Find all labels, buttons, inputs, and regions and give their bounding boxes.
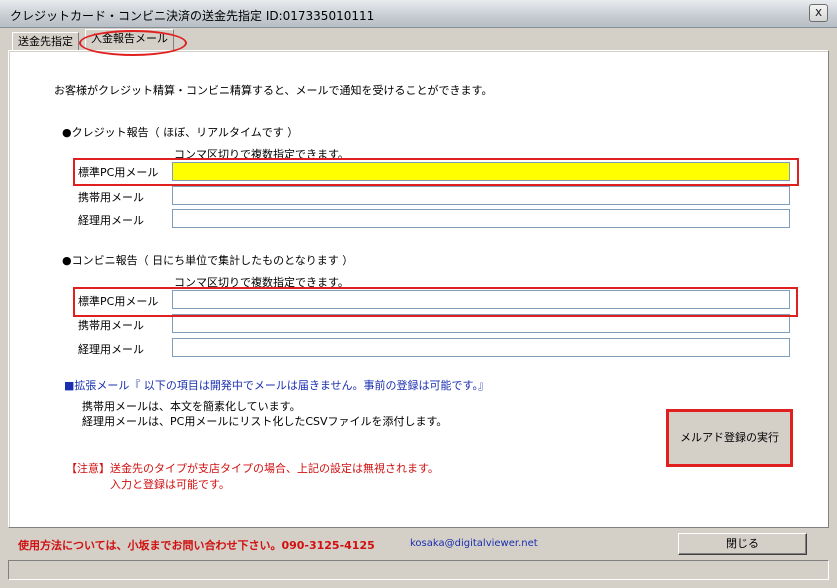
credit-accounting-mail-input[interactable] [172, 209, 790, 228]
convenience-pc-mail-label: 標準PC用メール [78, 295, 159, 308]
convenience-mobile-mail-label: 携帯用メール [78, 319, 144, 332]
close-icon: x [814, 5, 823, 19]
tab-bar: 送金先指定 入金報告メール [8, 28, 829, 50]
credit-comma-note: コンマ区切りで複数指定できます。 [174, 148, 349, 161]
credit-mobile-mail-label: 携帯用メール [78, 191, 144, 204]
tab-remittance-destination[interactable]: 送金先指定 [12, 32, 79, 50]
credit-accounting-mail-label: 経理用メール [78, 214, 144, 227]
credit-pc-mail-input[interactable] [172, 162, 790, 181]
notice-line-1: 【注意】送金先のタイプが支店タイプの場合、上記の設定は無視されます。 [66, 462, 439, 475]
convenience-comma-note: コンマ区切りで複数指定できます。 [174, 276, 349, 289]
credit-mobile-mail-input[interactable] [172, 186, 790, 205]
convenience-section-heading: ●コンビニ報告（ 日にち単位で集計したものとなります ） [62, 254, 354, 267]
tab-payment-report-mail[interactable]: 入金報告メール [85, 29, 174, 50]
convenience-accounting-mail-label: 経理用メール [78, 343, 144, 356]
extended-mail-line-2: 経理用メールは、PC用メールにリスト化したCSVファイルを添付します。 [82, 415, 448, 428]
register-email-button-label: メルアド登録の実行 [680, 431, 779, 444]
convenience-mobile-mail-input[interactable] [172, 314, 790, 333]
contact-text: 使用方法については、小坂までお問い合わせ下さい。090-3125-4125 [18, 539, 375, 552]
window-close-button[interactable]: x [809, 4, 828, 22]
credit-section-heading: ●クレジット報告（ ほぼ、リアルタイムです ） [62, 126, 299, 139]
extended-mail-heading: ■拡張メール『 以下の項目は開発中でメールは届きません。事前の登録は可能です。』 [64, 379, 489, 392]
register-email-button[interactable]: メルアド登録の実行 [666, 409, 793, 467]
window-title: クレジットカード・コンビニ決済の送金先指定 ID:017335010111 [10, 9, 375, 23]
contact-email: kosaka@digitalviewer.net [410, 538, 538, 549]
intro-text: お客様がクレジット精算・コンビニ精算すると、メールで通知を受けることができます。 [54, 84, 493, 97]
status-bar [8, 560, 829, 580]
close-button-label: 閉じる [726, 537, 759, 550]
convenience-pc-mail-input[interactable] [172, 290, 790, 309]
title-bar: クレジットカード・コンビニ決済の送金先指定 ID:017335010111 x [0, 0, 837, 28]
convenience-accounting-mail-input[interactable] [172, 338, 790, 357]
extended-mail-line-1: 携帯用メールは、本文を簡素化しています。 [82, 400, 301, 413]
credit-pc-mail-label: 標準PC用メール [78, 166, 159, 179]
notice-line-2: 入力と登録は可能です。 [110, 478, 230, 491]
close-button[interactable]: 閉じる [678, 533, 807, 555]
